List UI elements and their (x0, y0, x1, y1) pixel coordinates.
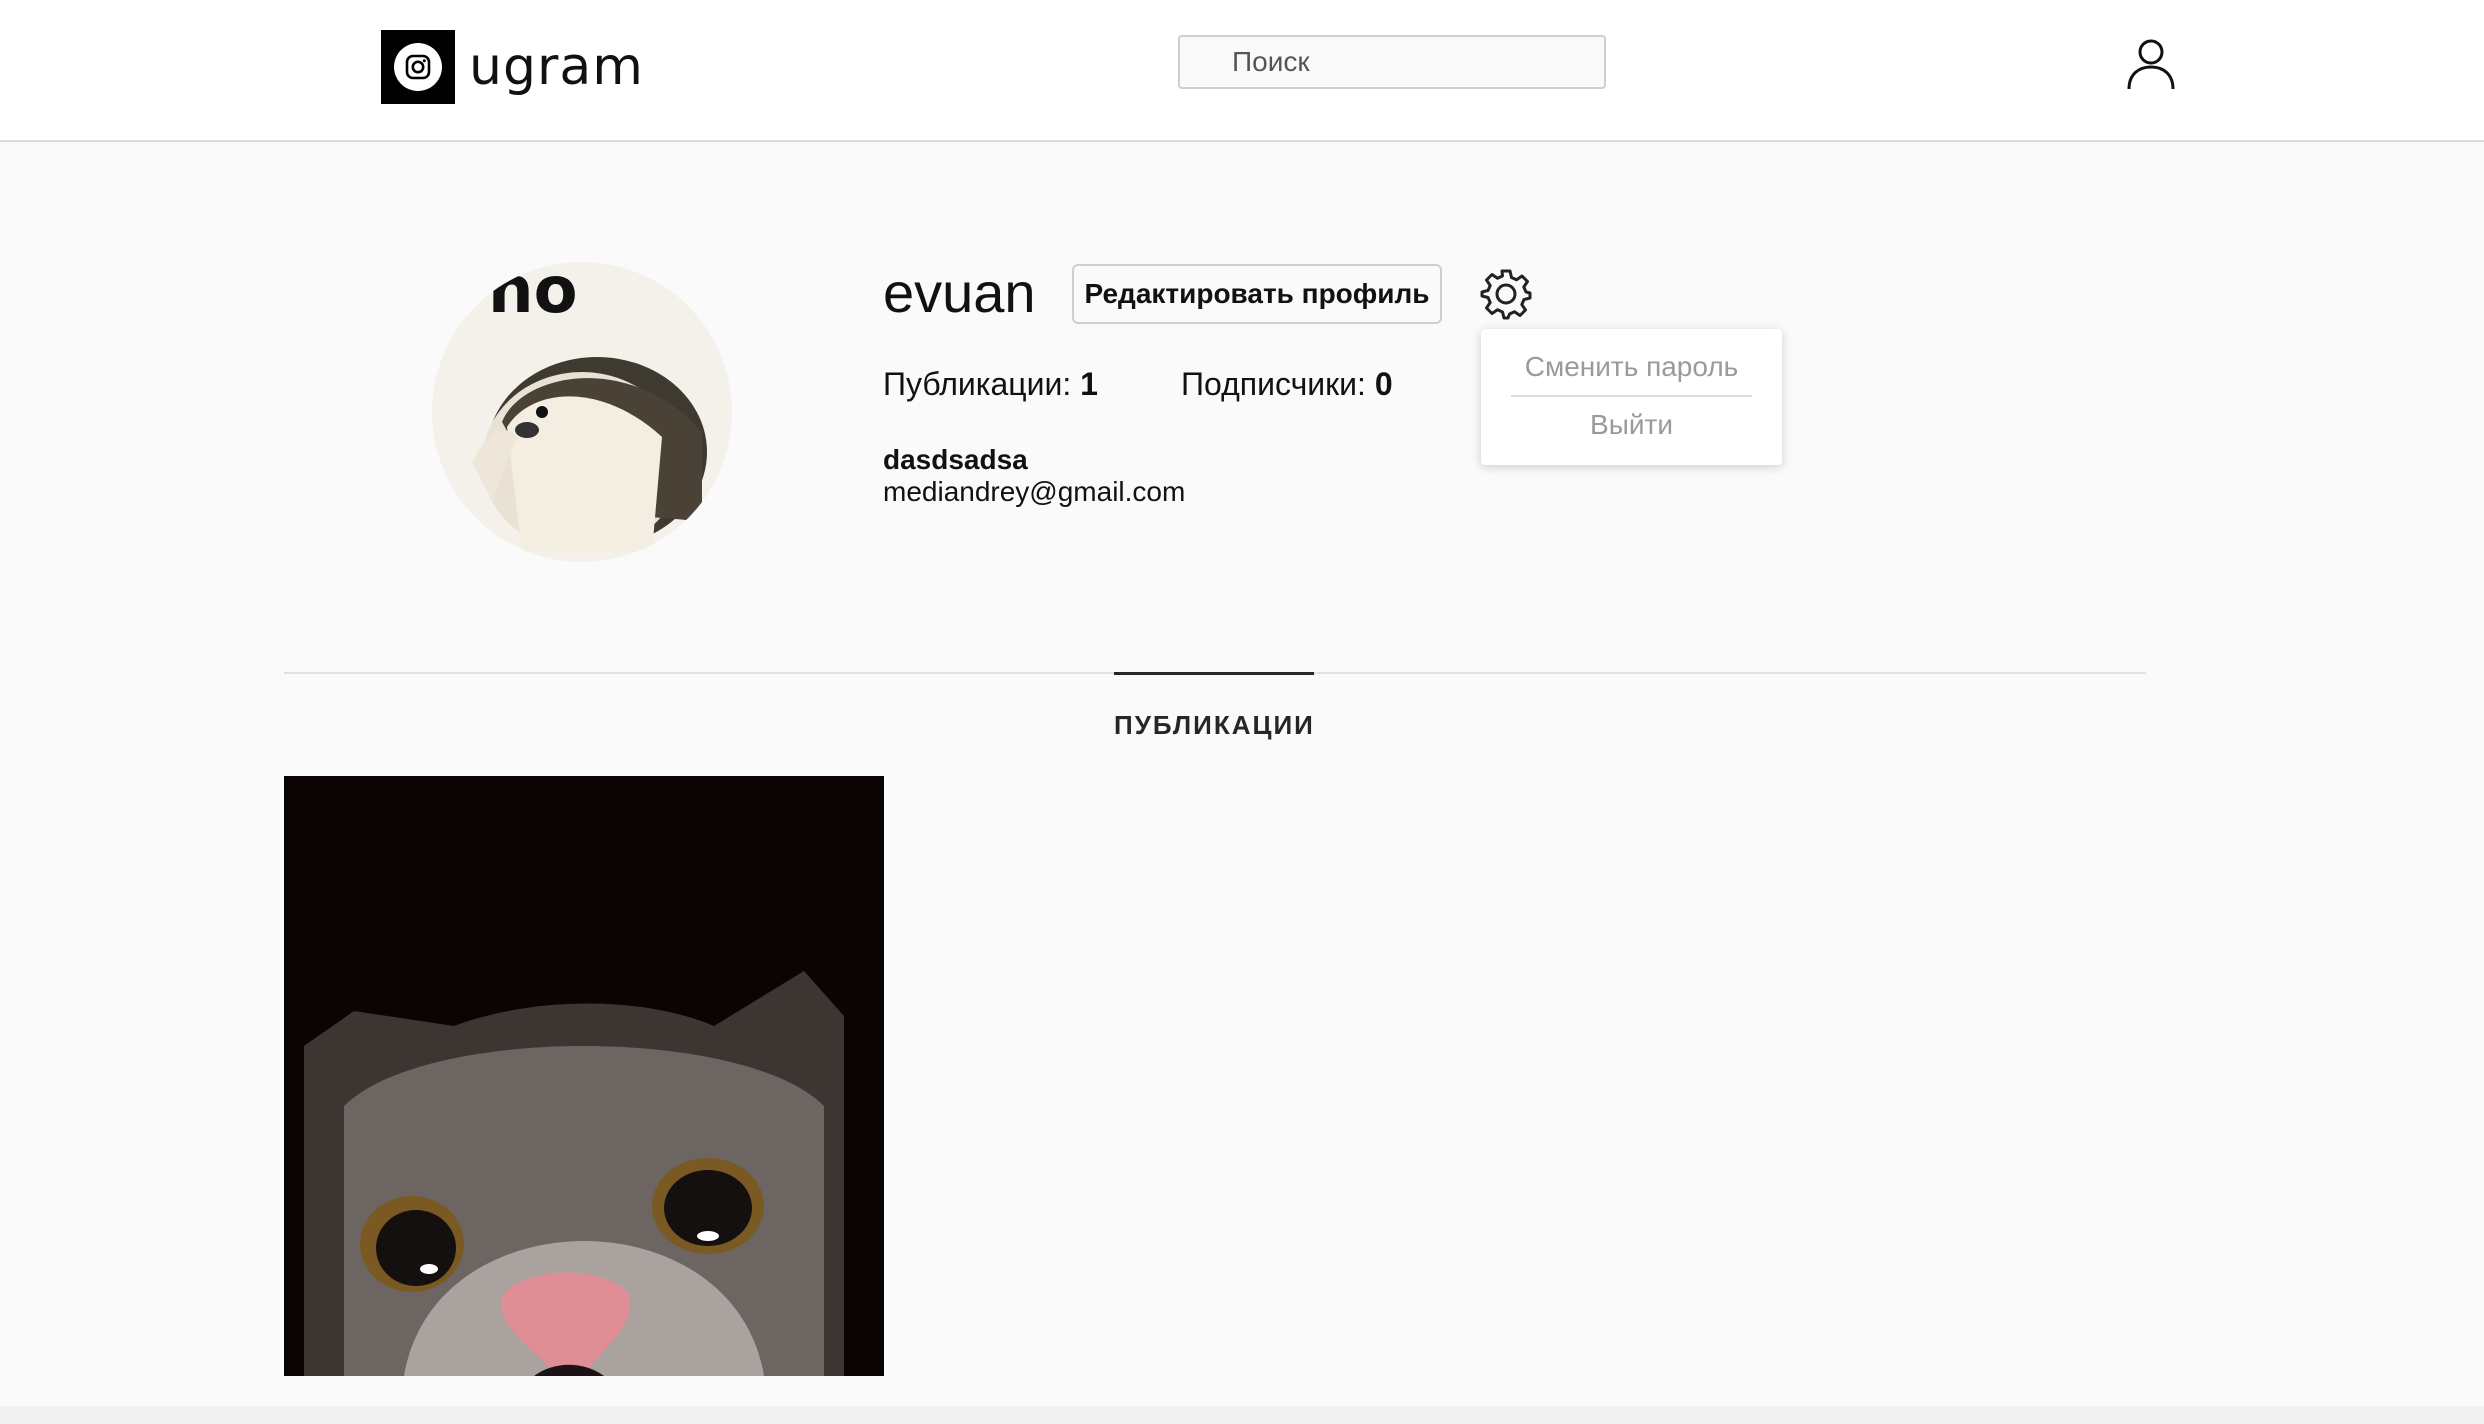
subscribers-count: 0 (1374, 366, 1393, 402)
search-input[interactable] (1178, 35, 1606, 89)
app-logo[interactable]: ugram (381, 30, 644, 104)
change-password-item[interactable]: Сменить пароль (1481, 351, 1782, 383)
logout-item[interactable]: Выйти (1481, 409, 1782, 441)
profile-username: evuan (883, 261, 1036, 324)
profile-full-name: dasdsadsa (883, 444, 1028, 475)
tab-publications[interactable]: ПУБЛИКАЦИИ (1114, 710, 1314, 741)
posts-label: Публикации: (883, 366, 1072, 402)
avatar-caption: no (488, 262, 578, 328)
active-tab-indicator (1114, 672, 1314, 675)
edit-profile-button[interactable]: Редактировать профиль (1072, 264, 1442, 324)
posts-stat: Публикации: 1 (883, 366, 1098, 403)
instagram-logo-icon (381, 30, 455, 104)
posts-count: 1 (1080, 366, 1098, 402)
settings-dropdown-menu: Сменить пароль Выйти (1481, 329, 1782, 465)
profile-email: mediandrey@gmail.com (883, 476, 1186, 507)
subscribers-stat[interactable]: Подписчики: 0 (1181, 366, 1393, 403)
subscribers-label: Подписчики: (1181, 366, 1366, 402)
gear-icon[interactable] (1480, 268, 1532, 320)
menu-divider (1511, 395, 1752, 397)
page-bottom-edge (0, 1406, 2484, 1424)
app-name: ugram (469, 37, 644, 97)
top-navbar: ugram (0, 0, 2484, 142)
user-icon[interactable] (2126, 38, 2176, 90)
post-thumbnail[interactable] (284, 776, 884, 1376)
profile-avatar[interactable]: no (432, 262, 732, 562)
